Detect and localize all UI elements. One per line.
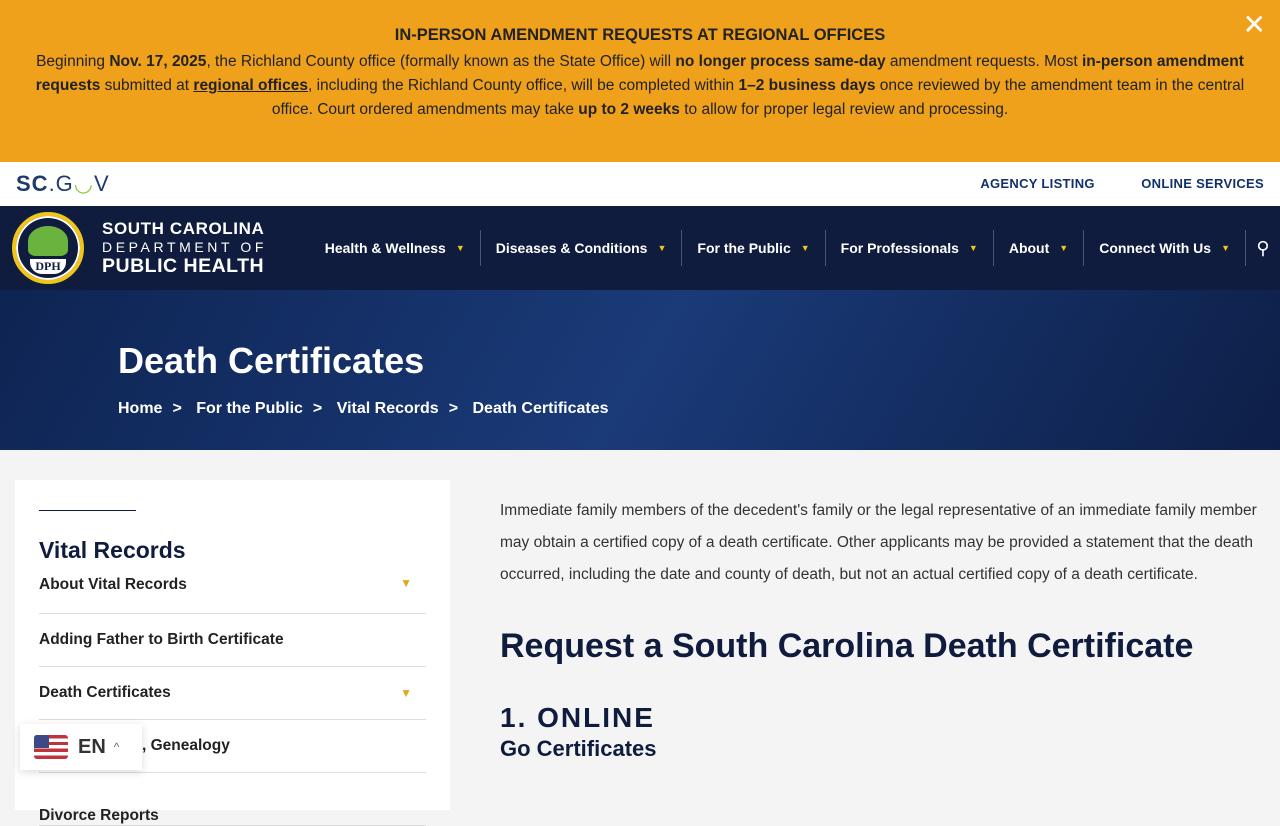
caret-down-icon: ▼: [800, 243, 810, 253]
sidebar-item-about-vital-records[interactable]: About Vital Records ▼: [39, 570, 426, 614]
nav-health-wellness[interactable]: Health & Wellness ▼: [310, 230, 481, 266]
hero-banner: Death Certificates Home > For the Public >…: [0, 290, 1280, 450]
dph-logo[interactable]: DPH: [12, 212, 84, 284]
language-selector[interactable]: EN ^: [20, 724, 142, 770]
section-heading: Request a South Carolina Death Certifica…: [500, 627, 1194, 665]
sidebar-item-adding-father[interactable]: Adding Father to Birth Certificate: [39, 614, 426, 667]
sidebar-item-death-certificates[interactable]: Death Certificates ▼: [39, 667, 426, 720]
main-nav: DPH SOUTH CAROLINA DEPARTMENT OF PUBLIC HE…: [0, 206, 1280, 290]
regional-offices-link[interactable]: regional offices: [193, 77, 308, 94]
org-name[interactable]: SOUTH CAROLINA DEPARTMENT OF PUBLIC HEALTH: [102, 220, 267, 277]
caret-down-icon: ▼: [400, 576, 412, 590]
top-bar: SC.G◡V AGENCY LISTING ONLINE SERVICES: [0, 162, 1280, 206]
intro-text: Immediate family members of the decedent…: [500, 502, 1257, 583]
scgov-logo[interactable]: SC.G◡V: [16, 171, 110, 197]
main-content: Immediate family members of the decedent…: [500, 495, 1260, 762]
caret-down-icon: ▼: [1059, 243, 1069, 253]
caret-down-icon: ▼: [455, 243, 465, 253]
breadcrumb-home[interactable]: Home: [118, 400, 162, 417]
caret-down-icon: ▼: [400, 686, 412, 700]
sidebar-title: Vital Records: [39, 537, 186, 563]
caret-down-icon: ▼: [657, 243, 667, 253]
alert-text: Beginning Nov. 17, 2025, the Richland Co…: [35, 53, 1245, 118]
nav-diseases-conditions[interactable]: Diseases & Conditions ▼: [481, 230, 683, 266]
nav-for-professionals[interactable]: For Professionals ▼: [826, 230, 994, 266]
caret-down-icon: ▼: [968, 243, 978, 253]
us-flag-icon: [34, 735, 68, 759]
tree-icon: [28, 226, 68, 256]
alert-title: IN-PERSON AMENDMENT REQUESTS AT REGIONAL…: [394, 26, 886, 44]
page-title: Death Certificates: [118, 340, 425, 381]
nav-for-the-public[interactable]: For the Public ▼: [682, 230, 826, 266]
divider: [39, 510, 136, 511]
step-heading: 1. ONLINE: [500, 702, 655, 733]
search-icon[interactable]: ⚲: [1246, 238, 1280, 259]
chevron-up-icon: ^: [113, 740, 120, 754]
nav-connect[interactable]: Connect With Us ▼: [1084, 230, 1246, 266]
nav-about[interactable]: About ▼: [994, 230, 1085, 266]
close-icon[interactable]: ✕: [1243, 8, 1266, 41]
online-services-link[interactable]: ONLINE SERVICES: [1141, 176, 1264, 191]
caret-down-icon: ▼: [1221, 243, 1230, 253]
alert-banner: ✕ IN-PERSON AMENDMENT REQUESTS AT REGION…: [0, 0, 1280, 162]
breadcrumb-current: Death Certificates: [472, 400, 609, 417]
breadcrumb-for-the-public[interactable]: For the Public: [196, 400, 303, 417]
sub-heading: Go Certificates: [500, 736, 657, 761]
agency-listing-link[interactable]: AGENCY LISTING: [980, 176, 1094, 191]
breadcrumb-vital-records[interactable]: Vital Records: [337, 400, 439, 417]
breadcrumb: Home > For the Public > Vital Records > Dea…: [118, 400, 609, 417]
